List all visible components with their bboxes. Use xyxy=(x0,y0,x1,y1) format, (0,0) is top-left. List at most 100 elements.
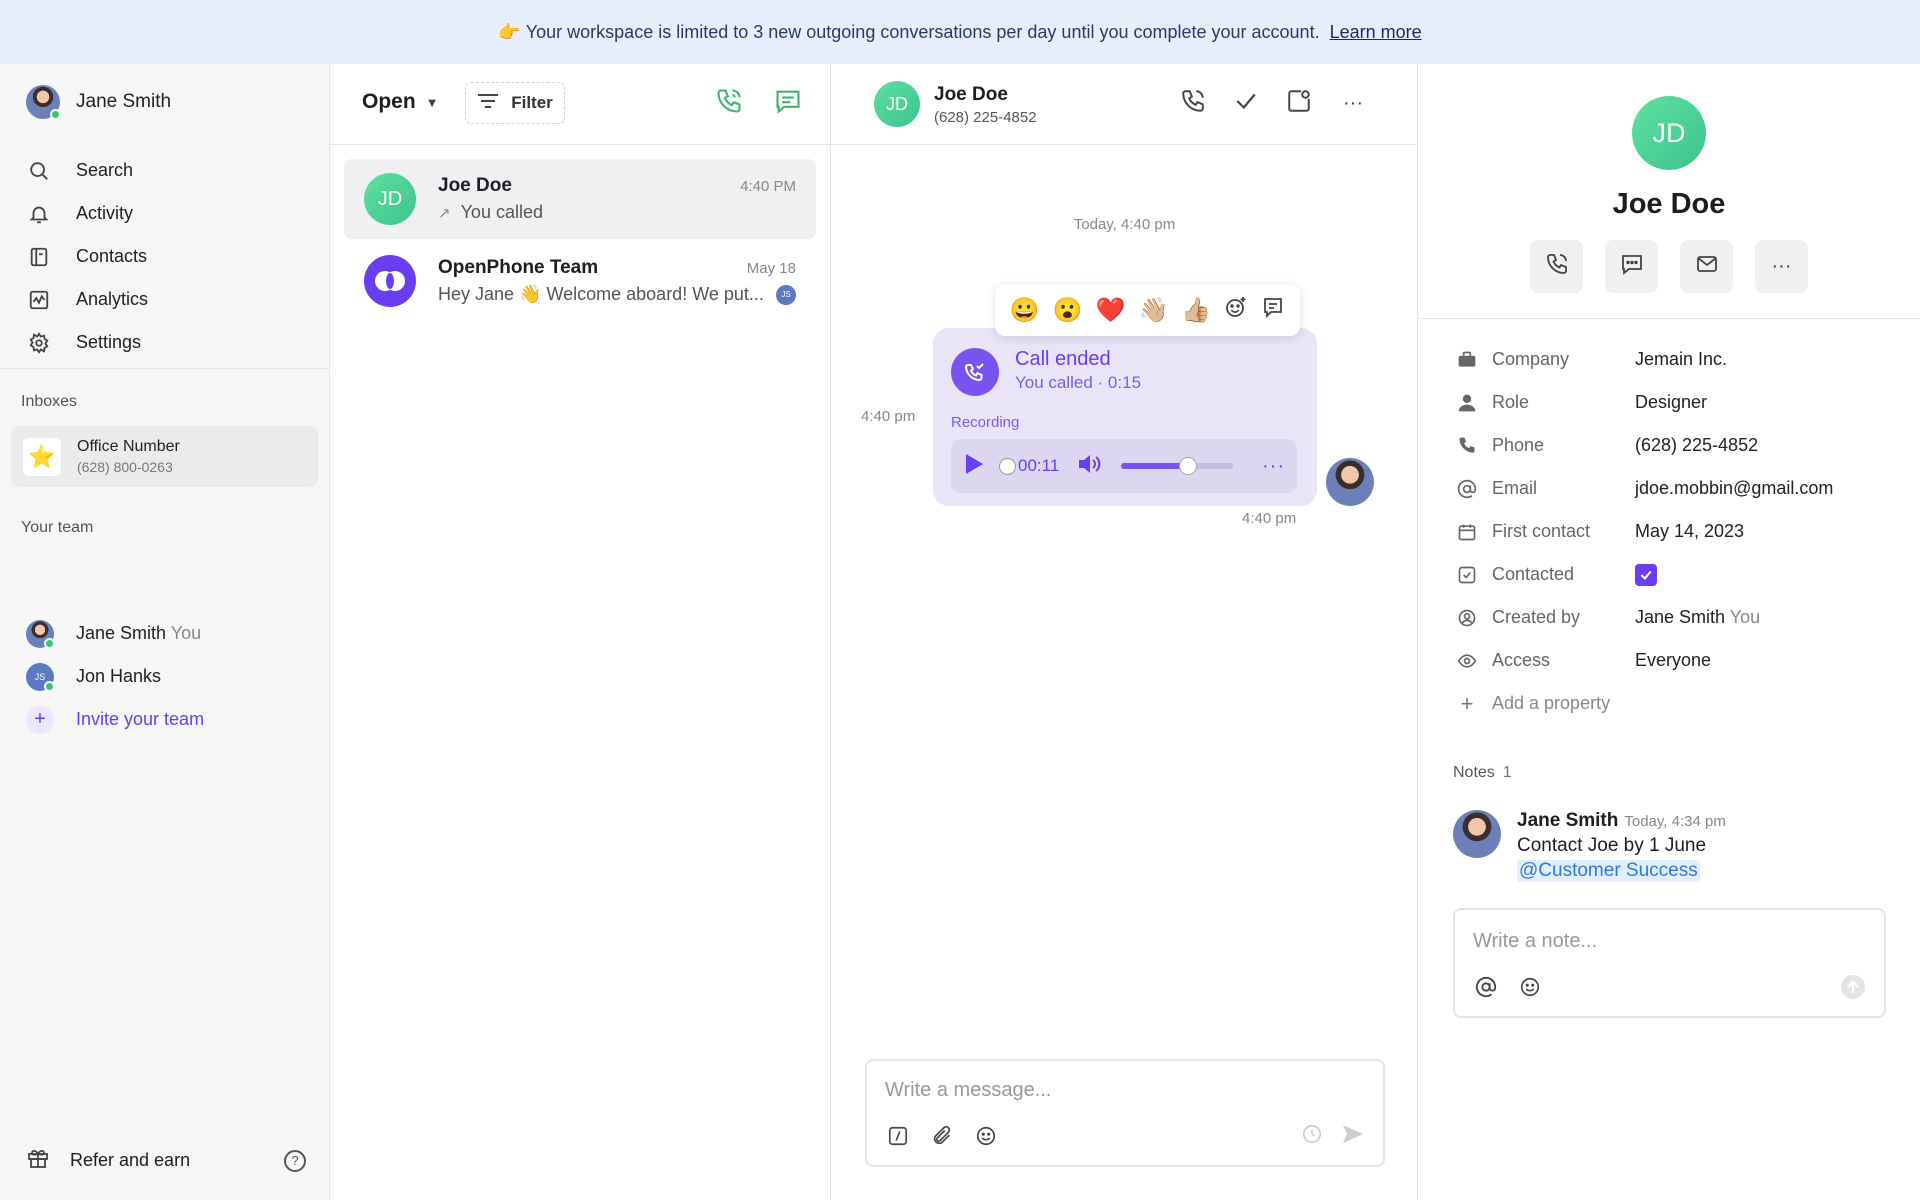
message-contact-button[interactable] xyxy=(1605,240,1658,293)
inbox-name: Office Number xyxy=(77,438,180,455)
note-composer xyxy=(1453,908,1886,1018)
your-team-heading: Your team xyxy=(21,519,94,536)
add-reaction-icon[interactable] xyxy=(1224,295,1248,326)
team-member-jane[interactable]: Jane Smith You xyxy=(26,612,204,655)
team-list: Jane Smith You JS Jon Hanks + Invite you… xyxy=(26,612,204,741)
property-value: May 14, 2023 xyxy=(1635,521,1745,541)
note-input[interactable] xyxy=(1473,930,1853,953)
chat-contact-phone: (628) 225-4852 xyxy=(934,109,1037,126)
message-input[interactable] xyxy=(885,1079,1365,1102)
nav-analytics[interactable]: Analytics xyxy=(26,278,148,321)
help-icon[interactable]: ? xyxy=(284,1149,306,1172)
contact-actions: ··· xyxy=(1530,240,1808,293)
snooze-button[interactable] xyxy=(1282,86,1316,120)
plus-icon: + xyxy=(26,705,54,734)
reaction-surprised[interactable]: 😮 xyxy=(1053,296,1083,325)
date-divider: Today, 4:40 pm xyxy=(1073,216,1176,233)
play-icon[interactable] xyxy=(963,452,987,481)
invite-label: Invite your team xyxy=(76,709,205,729)
slash-command-icon[interactable] xyxy=(885,1123,911,1149)
property-company[interactable]: Company Jemain Inc. xyxy=(1456,338,1833,381)
property-key: Company xyxy=(1492,349,1570,369)
property-contacted[interactable]: Contacted xyxy=(1456,553,1833,596)
attachment-icon[interactable] xyxy=(929,1123,955,1149)
refer-and-earn[interactable]: Refer and earn ? xyxy=(26,1146,306,1175)
email-contact-button[interactable] xyxy=(1680,240,1733,293)
new-message-button[interactable] xyxy=(771,86,805,120)
volume-icon[interactable] xyxy=(1077,452,1103,481)
call-button[interactable] xyxy=(1176,86,1210,120)
call-ended-message[interactable]: Call ended You called · 0:15 Recording 0… xyxy=(933,328,1317,506)
schedule-clock-icon[interactable] xyxy=(1301,1123,1323,1150)
avatar xyxy=(26,619,55,649)
property-email[interactable]: Email jdoe.mobbin@gmail.com xyxy=(1456,467,1833,510)
current-user[interactable]: Jane Smith xyxy=(26,84,171,120)
recording-label: Recording xyxy=(951,414,1020,431)
status-dropdown[interactable]: Open ▼ xyxy=(362,90,439,114)
contacted-checkbox[interactable] xyxy=(1635,563,1657,586)
nav-settings[interactable]: Settings xyxy=(26,321,148,364)
note-mention[interactable]: @Customer Success xyxy=(1517,860,1700,882)
emoji-icon[interactable] xyxy=(1517,974,1543,1000)
main-nav: Search Activity Contacts Analytics Setti… xyxy=(26,149,148,364)
conversation-openphone-team[interactable]: OpenPhone Team May 18 Hey Jane 👋 Welcome… xyxy=(344,241,816,321)
reaction-wave[interactable]: 👋🏼 xyxy=(1138,296,1168,325)
note-item[interactable]: Jane Smith Today, 4:34 pm Contact Joe by … xyxy=(1453,810,1726,882)
audio-player: 00:11 ··· xyxy=(951,439,1297,493)
inbox-office-number[interactable]: ⭐ Office Number (628) 800-0263 xyxy=(11,426,318,487)
conversation-name: OpenPhone Team xyxy=(438,257,599,278)
property-key: Phone xyxy=(1492,435,1545,455)
playback-position-knob[interactable] xyxy=(999,457,1016,475)
emoji-icon[interactable] xyxy=(973,1123,999,1149)
contact-avatar: JD xyxy=(1632,96,1706,170)
call-subtitle: You called · 0:15 xyxy=(1015,373,1142,392)
online-indicator xyxy=(50,109,61,120)
sidebar: Jane Smith Search Activity Contacts Anal… xyxy=(0,64,330,1200)
new-call-button[interactable] xyxy=(712,86,746,120)
volume-slider[interactable] xyxy=(1121,457,1234,475)
note-author: Jane Smith xyxy=(1517,810,1619,831)
more-options-icon[interactable]: ··· xyxy=(1336,86,1370,120)
team-member-jon[interactable]: JS Jon Hanks xyxy=(26,655,204,698)
nav-contacts[interactable]: Contacts xyxy=(26,235,148,278)
banner-text: Your workspace is limited to 3 new outgo… xyxy=(525,21,1320,42)
message-time: 4:40 pm xyxy=(861,408,916,425)
you-label: You xyxy=(170,623,202,643)
contact-properties: Company Jemain Inc. Role Designer Phone … xyxy=(1456,338,1833,725)
nav-activity[interactable]: Activity xyxy=(26,192,148,235)
mark-done-button[interactable] xyxy=(1229,86,1263,120)
send-note-icon[interactable] xyxy=(1840,974,1866,1000)
chevron-down-icon: ▼ xyxy=(425,94,439,110)
more-options-icon[interactable]: ··· xyxy=(1755,240,1808,293)
nav-search[interactable]: Search xyxy=(26,149,148,192)
add-property-button[interactable]: + Add a property xyxy=(1456,682,1833,725)
conversation-time: 4:40 PM xyxy=(740,178,796,195)
contact-divider xyxy=(1418,318,1920,319)
conversation-joe-doe[interactable]: JD Joe Doe 4:40 PM ↗ You called xyxy=(344,159,816,239)
more-options-icon[interactable]: ··· xyxy=(1262,455,1285,478)
reaction-heart[interactable]: ❤️ xyxy=(1095,296,1125,325)
property-value: (628) 225-4852 xyxy=(1635,435,1759,455)
reaction-thumbs-up[interactable]: 👍🏼 xyxy=(1181,296,1211,325)
property-created-by[interactable]: Created by Jane Smith You xyxy=(1456,596,1833,639)
property-value: Everyone xyxy=(1635,650,1712,670)
message-icon xyxy=(774,87,802,120)
property-phone[interactable]: Phone (628) 225-4852 xyxy=(1456,424,1833,467)
property-first-contact[interactable]: First contact May 14, 2023 xyxy=(1456,510,1833,553)
invite-team-button[interactable]: + Invite your team xyxy=(26,698,204,741)
reaction-grin[interactable]: 😀 xyxy=(1010,296,1040,325)
volume-thumb[interactable] xyxy=(1179,457,1198,475)
call-contact-button[interactable] xyxy=(1530,240,1583,293)
property-role[interactable]: Role Designer xyxy=(1456,381,1833,424)
learn-more-link[interactable]: Learn more xyxy=(1330,22,1422,43)
nav-label: Analytics xyxy=(76,289,149,309)
conversation-list-header: Open ▼ Filter xyxy=(330,64,831,145)
mention-at-icon[interactable] xyxy=(1473,974,1499,1000)
reply-icon[interactable] xyxy=(1261,295,1285,326)
property-value: Jane Smith xyxy=(1635,607,1726,627)
property-access[interactable]: Access Everyone xyxy=(1456,639,1833,682)
mail-icon xyxy=(1695,252,1719,281)
property-key: Contacted xyxy=(1492,564,1575,584)
filter-button[interactable]: Filter xyxy=(465,82,565,124)
send-icon[interactable] xyxy=(1341,1123,1365,1150)
